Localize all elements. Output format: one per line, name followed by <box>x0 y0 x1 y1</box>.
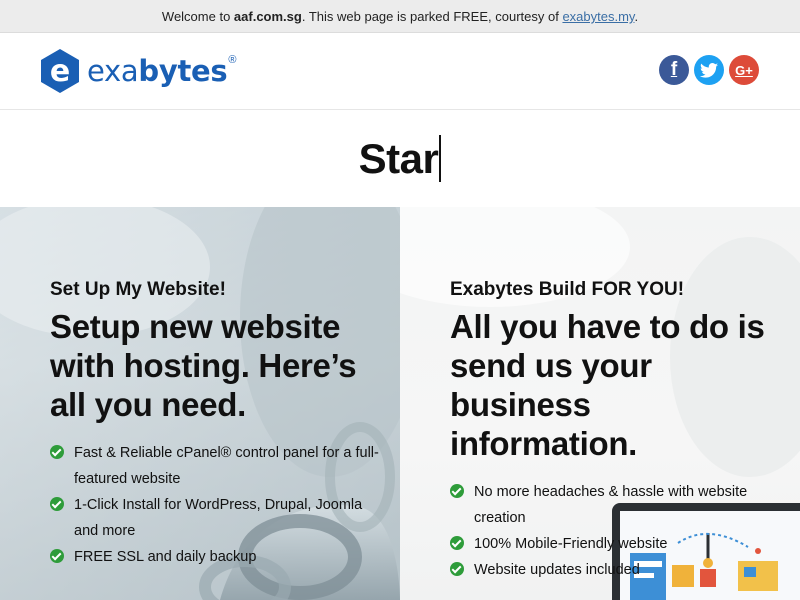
list-item: Website updates included <box>450 557 780 583</box>
setup-website-kicker: Set Up My Website! <box>50 279 226 300</box>
build-for-you-kicker: Exabytes Build FOR YOU! <box>450 279 685 300</box>
check-icon <box>50 445 64 459</box>
logo-letter: e <box>50 54 70 89</box>
twitter-bird-icon <box>700 62 718 78</box>
list-item: No more headaches & hassle with website … <box>450 479 780 531</box>
exabytes-logo[interactable]: e exabytes ® <box>40 48 236 94</box>
parked-domain: aaf.com.sg <box>233 9 302 24</box>
facebook-icon[interactable]: f <box>659 55 689 85</box>
build-for-you-headline: All you have to do is send us your busin… <box>450 308 765 462</box>
parking-notice-bar: Welcome to aaf.com.sg. This web page is … <box>0 0 800 33</box>
notice-suffix: . <box>634 9 639 24</box>
check-icon <box>50 549 64 563</box>
list-item: 1-Click Install for WordPress, Drupal, J… <box>50 492 380 544</box>
notice-middle: . This web page is parked FREE, courtesy… <box>301 9 563 24</box>
logo-hexagon-icon: e <box>41 49 79 93</box>
setup-website-content: Set Up My Website! Setup new website wit… <box>50 279 380 570</box>
list-item: FREE SSL and daily backup <box>50 544 380 570</box>
setup-website-panel: Set Up My Website! Setup new website wit… <box>0 207 400 600</box>
typewriter-text: Star <box>358 134 439 182</box>
exabytes-link[interactable]: exabytes.my <box>562 9 634 24</box>
list-item: 100% Mobile-Friendly website <box>450 531 780 557</box>
twitter-icon[interactable] <box>694 55 724 85</box>
list-item: Fast & Reliable cPanel® control panel fo… <box>50 440 380 492</box>
check-icon <box>450 536 464 550</box>
build-for-you-content: Exabytes Build FOR YOU! All you have to … <box>450 279 780 583</box>
logo-wordmark-light: exa <box>87 54 139 88</box>
social-links: f G+ <box>659 55 759 85</box>
site-header: e exabytes ® f G+ <box>0 33 800 110</box>
notice-prefix: Welcome to <box>161 9 234 24</box>
text-cursor <box>439 135 442 182</box>
build-for-you-panel: Exabytes Build FOR YOU! All you have to … <box>400 207 800 600</box>
logo-wordmark: exabytes <box>87 48 228 94</box>
google-plus-icon[interactable]: G+ <box>729 55 759 85</box>
typewriter-banner: Star <box>0 110 800 207</box>
build-for-you-features: No more headaches & hassle with website … <box>450 479 780 583</box>
setup-website-features: Fast & Reliable cPanel® control panel fo… <box>50 440 380 570</box>
setup-website-headline: Setup new website with hosting. Here’s a… <box>50 308 357 423</box>
check-icon <box>450 484 464 498</box>
check-icon <box>450 562 464 576</box>
logo-wordmark-bold: bytes <box>138 54 228 88</box>
registered-mark: ® <box>228 54 237 66</box>
check-icon <box>50 497 64 511</box>
